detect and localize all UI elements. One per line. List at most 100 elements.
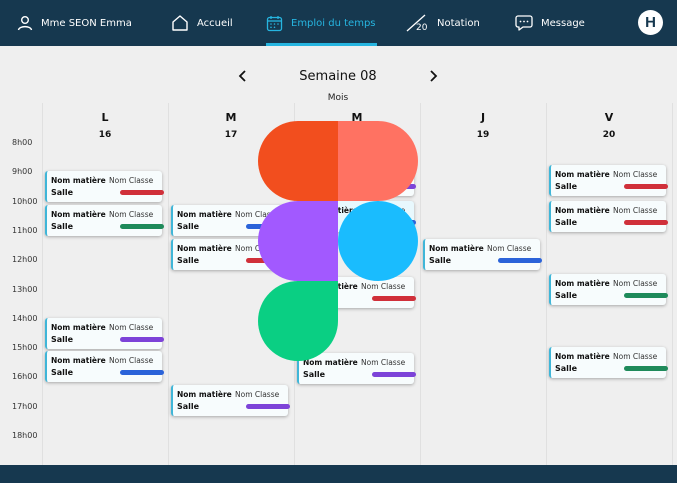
event-color-bar (624, 184, 668, 190)
nav-timetable-label: Emploi du temps (291, 17, 376, 29)
event-subject: Nom matière (51, 356, 106, 366)
event-room: Salle (429, 255, 452, 265)
nav-messages[interactable]: Message (515, 0, 585, 46)
event-room: Salle (51, 368, 74, 378)
event-subject: Nom matière (51, 209, 106, 219)
event-room: Salle (555, 290, 578, 300)
event-class: Nom Classe (613, 278, 658, 288)
event-color-bar (120, 370, 164, 376)
bottom-bar (0, 465, 677, 483)
event-card[interactable]: Nom matièreNom Classe Salle (45, 171, 164, 203)
event-subject: Nom matière (177, 209, 232, 219)
hour-label: 9h00 (12, 167, 33, 177)
event-room: Salle (555, 364, 578, 374)
hour-label: 8h00 (12, 138, 33, 147)
nav-grades-label: Notation (437, 17, 480, 29)
event-class: Nom Classe (487, 243, 532, 253)
event-room: Salle (177, 255, 200, 265)
nav-grades[interactable]: 20 Notation (405, 0, 480, 46)
event-subject: Nom matière (177, 243, 232, 253)
event-card[interactable]: Nom matièreNom Classe Salle (549, 273, 668, 305)
event-subject: Nom matière (555, 352, 610, 362)
calendar-icon (266, 15, 283, 32)
week-navigator: Semaine 08 (233, 64, 443, 88)
hour-label: 12h00 (12, 255, 38, 265)
hour-label: 16h00 (12, 372, 38, 382)
column-divider (420, 103, 421, 465)
grade-icon-text: 20 (416, 23, 428, 33)
event-class: Nom Classe (109, 356, 154, 366)
month-view-toggle[interactable]: Mois (300, 93, 376, 103)
day-number: 16 (98, 130, 112, 140)
event-class: Nom Classe (235, 390, 280, 400)
event-subject: Nom matière (51, 176, 106, 186)
day-number: 19 (476, 130, 490, 140)
nav-home-label: Accueil (197, 17, 233, 29)
event-room: Salle (555, 182, 578, 192)
user-icon (17, 15, 33, 31)
event-color-bar (624, 219, 668, 225)
hour-label: 17h00 (12, 401, 38, 411)
event-color-bar (246, 404, 290, 410)
previous-week-button[interactable] (233, 66, 253, 86)
hour-label: 13h00 (12, 284, 38, 294)
event-card[interactable]: Nom matièreNom Classe Salle (549, 347, 668, 379)
event-card[interactable]: Nom matièreNom Classe Salle (549, 200, 668, 232)
event-room: Salle (303, 369, 326, 379)
grade-icon: 20 (405, 13, 429, 33)
event-subject: Nom matière (555, 278, 610, 288)
nav-timetable[interactable]: Emploi du temps (266, 0, 377, 46)
event-room: Salle (51, 188, 74, 198)
event-card[interactable]: Nom matièreNom Classe Salle (171, 385, 290, 417)
event-subject: Nom matière (177, 390, 232, 400)
column-divider (672, 103, 673, 465)
day-header: L 16 (45, 111, 165, 140)
day-header: J 19 (423, 111, 543, 140)
event-class: Nom Classe (109, 209, 154, 219)
event-color-bar (120, 223, 164, 229)
event-class: Nom Classe (109, 322, 154, 332)
day-header: V 20 (549, 111, 669, 140)
event-subject: Nom matière (555, 170, 610, 180)
week-title: Semaine 08 (299, 68, 377, 84)
event-room: Salle (51, 221, 74, 231)
event-room: Salle (555, 217, 578, 227)
column-divider (42, 103, 43, 465)
event-color-bar (624, 292, 668, 298)
chat-icon (515, 14, 533, 32)
event-card[interactable]: Nom matièreNom Classe Salle (45, 351, 164, 383)
event-card[interactable]: Nom matièreNom Classe Salle (45, 204, 164, 236)
hour-label: 15h00 (12, 343, 38, 353)
column-divider (546, 103, 547, 465)
chevron-left-icon (238, 70, 246, 82)
hour-label: 11h00 (12, 225, 38, 235)
user-name: Mme SEON Emma (41, 17, 132, 29)
day-letter: J (480, 111, 486, 124)
event-color-bar (120, 190, 164, 196)
hour-label: 10h00 (12, 196, 38, 206)
event-room: Salle (177, 402, 200, 412)
next-week-button[interactable] (423, 66, 443, 86)
hour-label: 14h00 (12, 313, 38, 323)
event-subject: Nom matière (51, 322, 106, 332)
nav-user-profile[interactable]: Mme SEON Emma (17, 0, 132, 46)
event-room: Salle (177, 221, 200, 231)
event-class: Nom Classe (613, 205, 658, 215)
day-letter: L (101, 111, 109, 124)
event-color-bar (498, 257, 542, 263)
event-color-bar (120, 336, 164, 342)
event-subject: Nom matière (555, 205, 610, 215)
event-class: Nom Classe (613, 352, 658, 362)
event-card[interactable]: Nom matièreNom Classe Salle (549, 165, 668, 197)
chevron-right-icon (430, 70, 438, 82)
active-tab-indicator (266, 43, 377, 46)
event-class: Nom Classe (613, 170, 658, 180)
nav-home[interactable]: Accueil (171, 0, 233, 46)
day-letter: V (604, 111, 614, 124)
home-icon (171, 14, 189, 32)
event-card[interactable]: Nom matièreNom Classe Salle (423, 238, 542, 270)
event-card[interactable]: Nom matièreNom Classe Salle (45, 317, 164, 349)
top-navigation: Mme SEON Emma Accueil Emploi du temps 20… (0, 0, 677, 46)
app-logo[interactable]: H (638, 10, 663, 35)
column-divider (168, 103, 169, 465)
